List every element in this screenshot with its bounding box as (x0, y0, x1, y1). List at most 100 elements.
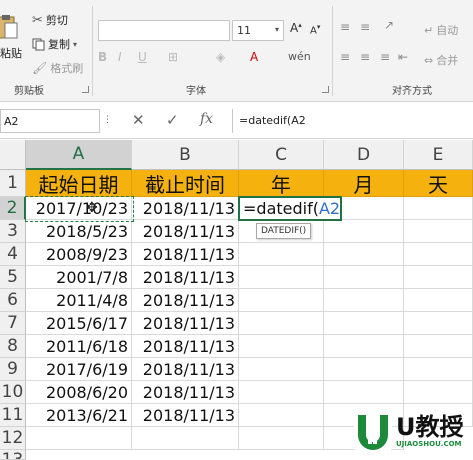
column-header-d[interactable]: D (324, 140, 404, 170)
column-header-b[interactable]: B (132, 140, 239, 170)
cut-button[interactable]: ✂ 剪切 (32, 12, 68, 28)
row-header-4[interactable]: 4 (0, 243, 26, 266)
orientation-icon[interactable]: ↗ (384, 18, 394, 32)
phonetic-icon[interactable]: wén (288, 50, 311, 63)
year-cell[interactable] (239, 381, 324, 404)
font-name-select[interactable] (98, 20, 230, 41)
font-color-icon[interactable]: A (250, 50, 258, 64)
row-header-1[interactable]: 1 (0, 170, 26, 197)
year-cell[interactable] (239, 312, 324, 335)
day-cell[interactable] (404, 266, 473, 289)
year-cell[interactable] (239, 289, 324, 312)
end-date-cell[interactable]: 2018/11/13 (132, 381, 239, 404)
name-box-dropdown-icon[interactable]: ⋮ (103, 115, 112, 125)
empty-cell[interactable] (132, 427, 239, 450)
start-date-cell[interactable]: 2011/4/8 (26, 289, 132, 312)
formula-input[interactable]: =datedif(A2 (232, 109, 473, 133)
start-date-cell[interactable]: 2008/9/23 (26, 243, 132, 266)
month-cell[interactable] (324, 220, 404, 243)
align-center-icon[interactable]: ≡ (360, 50, 370, 64)
end-date-cell[interactable]: 2018/11/13 (132, 335, 239, 358)
row-header-10[interactable]: 10 (0, 381, 26, 404)
day-cell[interactable] (404, 197, 473, 220)
align-right-icon[interactable]: ≡ (380, 50, 390, 64)
row-header-8[interactable]: 8 (0, 335, 26, 358)
italic-icon[interactable]: I (118, 50, 122, 64)
chevron-down-icon[interactable]: ▾ (73, 40, 77, 49)
day-cell[interactable] (404, 220, 473, 243)
insert-function-icon[interactable]: fx (200, 111, 213, 127)
row-header-9[interactable]: 9 (0, 358, 26, 381)
end-date-cell[interactable]: 2018/11/13 (132, 220, 239, 243)
end-date-cell[interactable]: 2018/11/13 (132, 312, 239, 335)
end-date-cell[interactable]: 2018/11/13 (132, 197, 239, 220)
end-date-cell[interactable]: 2018/11/13 (132, 243, 239, 266)
day-cell[interactable] (404, 381, 473, 404)
start-date-cell[interactable]: 2015/6/17 (26, 312, 132, 335)
end-date-cell[interactable]: 2018/11/13 (132, 266, 239, 289)
month-cell[interactable] (324, 243, 404, 266)
year-cell[interactable] (239, 358, 324, 381)
column-header-a[interactable]: A (26, 140, 132, 170)
start-date-cell[interactable]: 2001/7/8 (26, 266, 132, 289)
year-cell[interactable] (239, 243, 324, 266)
merge-center-button[interactable]: ⇔ 合并 (424, 52, 458, 68)
end-date-cell[interactable]: 2018/11/13 (132, 404, 239, 427)
cancel-icon[interactable]: ✕ (132, 111, 145, 129)
column-header-e[interactable]: E (404, 140, 473, 170)
header-cell-year[interactable]: 年 (239, 170, 324, 197)
header-cell-day[interactable]: 天 (404, 170, 473, 197)
header-cell-end-date[interactable]: 截止时间 (132, 170, 239, 197)
enter-icon[interactable]: ✓ (166, 111, 179, 129)
empty-cell[interactable] (26, 427, 132, 450)
decrease-font-icon[interactable]: A▾ (310, 23, 320, 36)
align-left-icon[interactable]: ≡ (340, 50, 350, 64)
fill-color-icon[interactable]: ◈ (216, 50, 225, 64)
end-date-cell[interactable]: 2018/11/13 (132, 358, 239, 381)
select-all-corner[interactable] (0, 140, 26, 170)
year-cell[interactable] (239, 404, 324, 427)
end-date-cell[interactable]: 2018/11/13 (132, 289, 239, 312)
start-date-cell[interactable]: 2017/10/23 (26, 197, 132, 220)
header-cell-start-date[interactable]: 起始日期 (26, 170, 132, 197)
row-header-11[interactable]: 11 (0, 404, 26, 427)
month-cell[interactable] (324, 335, 404, 358)
day-cell[interactable] (404, 358, 473, 381)
year-cell[interactable] (239, 335, 324, 358)
align-middle-icon[interactable]: ≡ (360, 20, 370, 34)
decrease-indent-icon[interactable]: ⇤ (398, 50, 408, 64)
align-top-icon[interactable]: ≡ (340, 20, 350, 34)
wrap-text-button[interactable]: ↵ 自动 (424, 22, 458, 38)
month-cell[interactable] (324, 358, 404, 381)
day-cell[interactable] (404, 289, 473, 312)
month-cell[interactable] (324, 312, 404, 335)
row-header-12[interactable]: 12 (0, 427, 26, 450)
row-header-2[interactable]: 2 (0, 197, 26, 220)
month-cell[interactable] (324, 289, 404, 312)
year-cell[interactable] (239, 266, 324, 289)
row-header-6[interactable]: 6 (0, 289, 26, 312)
row-header-13[interactable]: 13 (0, 450, 26, 460)
column-header-c[interactable]: C (239, 140, 324, 170)
name-box[interactable]: A2 (0, 109, 100, 133)
start-date-cell[interactable]: 2013/6/21 (26, 404, 132, 427)
underline-icon[interactable]: U (138, 50, 147, 64)
header-cell-month[interactable]: 月 (324, 170, 404, 197)
day-cell[interactable] (404, 312, 473, 335)
format-painter-button[interactable]: 🖌 格式刷 (32, 60, 83, 76)
row-header-5[interactable]: 5 (0, 266, 26, 289)
start-date-cell[interactable]: 2011/6/18 (26, 335, 132, 358)
font-size-select[interactable]: 11 ▾ (232, 20, 284, 41)
clipboard-dialog-launcher[interactable] (82, 86, 89, 93)
empty-cell[interactable] (239, 427, 324, 450)
function-tooltip[interactable]: DATEDIF() (256, 223, 312, 239)
bold-icon[interactable]: B (98, 50, 107, 64)
paste-button[interactable]: 粘贴 (0, 14, 22, 61)
month-cell[interactable] (324, 266, 404, 289)
start-date-cell[interactable]: 2008/6/20 (26, 381, 132, 404)
active-cell-c2[interactable]: =datedif(A2 (238, 196, 342, 221)
start-date-cell[interactable]: 2017/6/19 (26, 358, 132, 381)
row-header-7[interactable]: 7 (0, 312, 26, 335)
day-cell[interactable] (404, 243, 473, 266)
increase-font-icon[interactable]: A▴ (290, 21, 302, 35)
